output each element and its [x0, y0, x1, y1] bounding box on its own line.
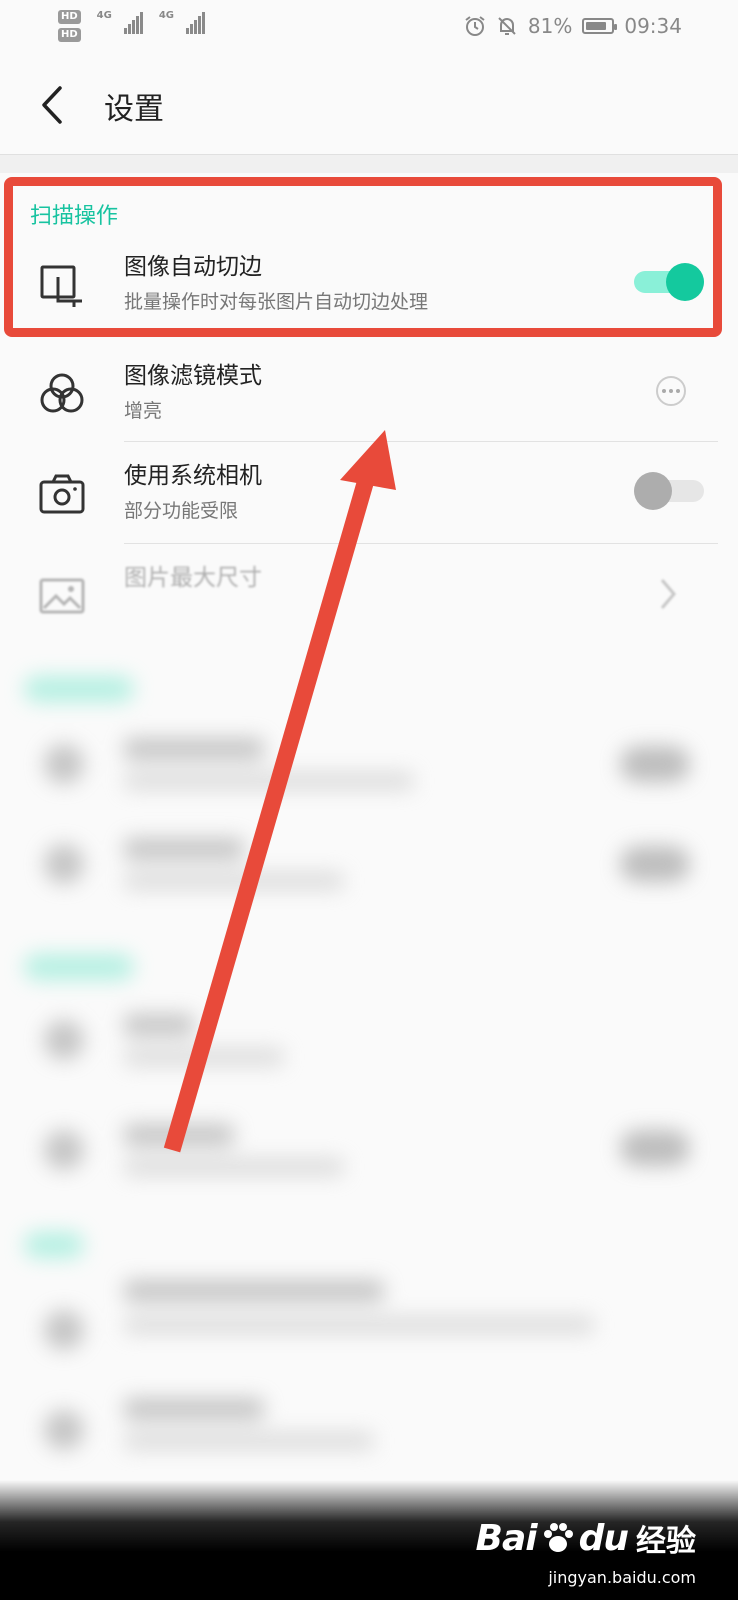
filter-circles-icon — [40, 373, 84, 413]
chevron-right-icon — [660, 579, 676, 609]
battery-percent: 81% — [527, 14, 573, 38]
highlight-box — [4, 177, 722, 337]
system-camera-toggle[interactable] — [634, 472, 704, 510]
watermark-brand: Bai — [475, 1517, 538, 1559]
image-icon — [39, 578, 85, 614]
clock: 09:34 — [624, 14, 682, 38]
setting-row-max-image-size[interactable]: 图片最大尺寸 — [0, 544, 738, 644]
watermark-url: jingyan.baidu.com — [548, 1568, 696, 1587]
battery-icon — [582, 18, 618, 34]
camera-icon — [39, 474, 85, 514]
setting-subtitle: 部分功能受限 — [124, 500, 239, 522]
mute-bell-icon — [498, 17, 516, 35]
baidu-watermark: Bai du 经验 — [476, 1516, 696, 1560]
page-title: 设置 — [104, 92, 164, 127]
signal-icon-2 — [186, 10, 206, 34]
watermark-brand-suffix: du — [578, 1517, 629, 1559]
paw-logo-icon — [543, 1523, 573, 1552]
signal-icon-1 — [123, 10, 143, 34]
setting-subtitle: 增亮 — [124, 400, 163, 422]
app-header: 设置 — [0, 56, 738, 155]
more-options-icon[interactable] — [656, 376, 686, 406]
watermark-cn: 经验 — [636, 1524, 696, 1559]
header-gap — [0, 155, 738, 173]
hd-badge-2: HD — [58, 28, 81, 42]
setting-title: 图片最大尺寸 — [124, 565, 262, 591]
alarm-icon — [465, 16, 485, 36]
setting-title: 使用系统相机 — [124, 463, 262, 489]
status-bar: HD HD 4G 4G 81% 09:34 — [0, 0, 738, 56]
back-arrow-icon[interactable] — [34, 82, 74, 128]
network-type-2: 4G — [158, 10, 175, 21]
setting-row-system-camera[interactable]: 使用系统相机 部分功能受限 — [0, 442, 738, 542]
blurred-settings-area — [0, 640, 738, 1540]
setting-title: 图像滤镜模式 — [124, 363, 262, 389]
setting-row-filter-mode[interactable]: 图像滤镜模式 增亮 — [0, 342, 738, 442]
hd-badge-1: HD — [58, 10, 81, 24]
network-type-1: 4G — [96, 10, 112, 21]
